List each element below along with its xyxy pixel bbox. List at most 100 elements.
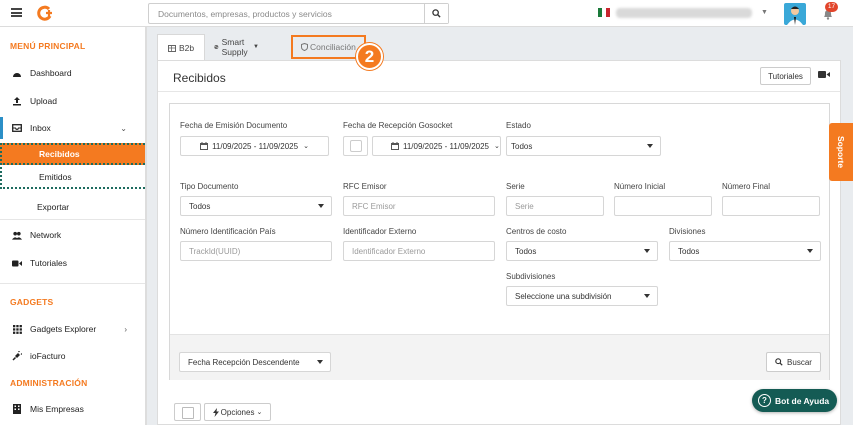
chevron-down-icon: ⌄ — [303, 143, 309, 150]
hamburger-menu-icon[interactable] — [11, 8, 22, 17]
search-icon — [432, 9, 441, 18]
search-icon — [775, 358, 783, 366]
opciones-button[interactable]: Opciones ⌄ — [204, 403, 271, 421]
sidebar: MENÚ PRINCIPAL Dashboard Upload Inbox ⌄ … — [0, 27, 147, 425]
label-numero-identificacion: Número Identificación País — [180, 227, 276, 236]
chevron-down-icon: ⌄ — [120, 123, 127, 133]
upload-icon — [13, 97, 21, 106]
numero-inicial-input[interactable] — [614, 196, 712, 216]
fecha-emision-picker[interactable]: 11/09/2025 - 11/09/2025 ⌄ — [180, 136, 329, 156]
soporte-tab[interactable]: Soporte — [829, 123, 853, 181]
checkbox[interactable] — [350, 140, 362, 152]
estado-select[interactable]: Todos — [506, 136, 661, 156]
divider — [158, 91, 840, 92]
subdivisiones-select[interactable]: Seleccione una subdivisión — [506, 286, 658, 306]
label-serie: Serie — [506, 182, 525, 191]
fecha-recepcion-toggle[interactable] — [343, 136, 368, 156]
caret-down-icon — [644, 294, 650, 298]
trackid-input[interactable]: TrackId(UUID) — [180, 241, 332, 261]
label-numero-final: Número Final — [722, 182, 771, 191]
chevron-down-icon[interactable]: ▼ — [761, 9, 768, 16]
sidebar-item-label: Dashboard — [30, 68, 72, 78]
mexico-flag-icon[interactable] — [598, 8, 610, 17]
label-numero-inicial: Número Inicial — [614, 182, 666, 191]
filter-footer: Fecha Recepción Descendente — [170, 334, 829, 380]
globe-icon — [214, 44, 219, 50]
search-input[interactable] — [149, 4, 425, 23]
sidebar-item-upload[interactable]: Upload — [0, 90, 145, 112]
label-subdivisiones: Subdivisiones — [506, 272, 556, 281]
main-content: B2b Smart Supply ▼ Conciliación Recibido… — [157, 34, 841, 425]
step-number-badge: 2 — [356, 43, 383, 70]
sidebar-item-label: Network — [30, 230, 62, 240]
caret-down-icon — [318, 204, 324, 208]
tipo-documento-value: Todos — [189, 201, 211, 211]
global-search — [148, 3, 449, 24]
dashboard-icon — [13, 73, 21, 77]
centros-costo-select[interactable]: Todos — [506, 241, 658, 261]
users-icon — [12, 231, 22, 240]
sidebar-item-iofacturo[interactable]: ioFacturo — [0, 345, 145, 367]
caret-down-icon — [644, 249, 650, 253]
identificador-externo-input[interactable]: Identificador Externo — [343, 241, 495, 261]
shield-icon — [301, 43, 308, 51]
sidebar-item-gadgets-explorer[interactable]: Gadgets Explorer › — [0, 318, 145, 340]
label-rfc-emisor: RFC Emisor — [343, 182, 387, 191]
centros-costo-value: Todos — [515, 246, 537, 256]
building-icon — [13, 404, 21, 414]
grid-icon — [12, 324, 22, 334]
tab-label: B2b — [179, 43, 195, 53]
video-icon — [12, 260, 22, 266]
tutoriales-button[interactable]: Tutoriales — [760, 67, 811, 85]
divisiones-value: Todos — [678, 246, 700, 256]
label-centros-costo: Centros de costo — [506, 227, 567, 236]
sort-select[interactable]: Fecha Recepción Descendente — [179, 352, 331, 372]
calendar-icon — [391, 142, 399, 150]
label-fecha-recepcion: Fecha de Recepción Gosocket — [343, 121, 453, 130]
fecha-emision-value: 11/09/2025 - 11/09/2025 — [212, 141, 299, 151]
sidebar-item-recibidos[interactable]: Recibidos — [0, 143, 145, 165]
sidebar-item-dashboard[interactable]: Dashboard — [0, 62, 145, 84]
divisiones-select[interactable]: Todos — [669, 241, 821, 261]
divider — [0, 219, 145, 220]
sidebar-item-label: Gadgets Explorer — [30, 324, 97, 334]
top-bar: ▼ 17 — [0, 0, 853, 27]
user-avatar-icon — [787, 6, 803, 25]
select-all-checkbox[interactable] — [174, 403, 201, 421]
sidebar-item-tutoriales[interactable]: Tutoriales — [0, 252, 145, 274]
caret-down-icon — [807, 249, 813, 253]
numero-final-input[interactable] — [722, 196, 820, 216]
sidebar-item-label: ioFacturo — [30, 351, 66, 361]
tab-b2b[interactable]: B2b — [157, 34, 206, 61]
tipo-documento-select[interactable]: Todos — [180, 196, 332, 216]
chevron-down-icon: ⌄ — [494, 143, 500, 150]
sidebar-item-network[interactable]: Network — [0, 224, 145, 246]
sidebar-item-inbox[interactable]: Inbox ⌄ — [0, 117, 145, 139]
fecha-recepcion-value: 11/09/2025 - 11/09/2025 — [403, 141, 489, 151]
search-button[interactable] — [424, 4, 448, 23]
tab-smart-supply[interactable]: Smart Supply ▼ — [214, 34, 259, 60]
buscar-label: Buscar — [787, 357, 812, 367]
filter-form: Fecha de Emisión Documento 11/09/2025 - … — [169, 103, 830, 380]
buscar-button[interactable]: Buscar — [766, 352, 821, 372]
label-divisiones: Divisiones — [669, 227, 706, 236]
gosocket-logo[interactable] — [36, 5, 54, 23]
account-name-redacted[interactable] — [616, 8, 752, 18]
sidebar-item-emitidos[interactable]: Emitidos — [0, 167, 145, 189]
bot-de-ayuda-button[interactable]: ? Bot de Ayuda — [752, 389, 837, 412]
sidebar-item-exportar[interactable]: Exportar — [0, 196, 145, 218]
tab-conciliacion[interactable]: Conciliación — [291, 35, 366, 59]
label-fecha-emision: Fecha de Emisión Documento — [180, 121, 288, 130]
serie-input[interactable]: Serie — [506, 196, 604, 216]
notification-badge: 17 — [825, 2, 838, 12]
video-camera-icon[interactable] — [818, 70, 830, 79]
sidebar-item-label: Tutoriales — [30, 258, 68, 268]
bot-label: Bot de Ayuda — [775, 395, 830, 406]
rfc-emisor-input[interactable]: RFC Emisor — [343, 196, 495, 216]
caret-down-icon: ▼ — [253, 44, 259, 50]
fecha-recepcion-picker[interactable]: 11/09/2025 - 11/09/2025 ⌄ — [372, 136, 501, 156]
bolt-icon — [212, 407, 219, 417]
avatar[interactable] — [784, 3, 806, 25]
page-title: Recibidos — [173, 71, 226, 85]
sidebar-item-mis-empresas[interactable]: Mis Empresas — [0, 398, 145, 420]
